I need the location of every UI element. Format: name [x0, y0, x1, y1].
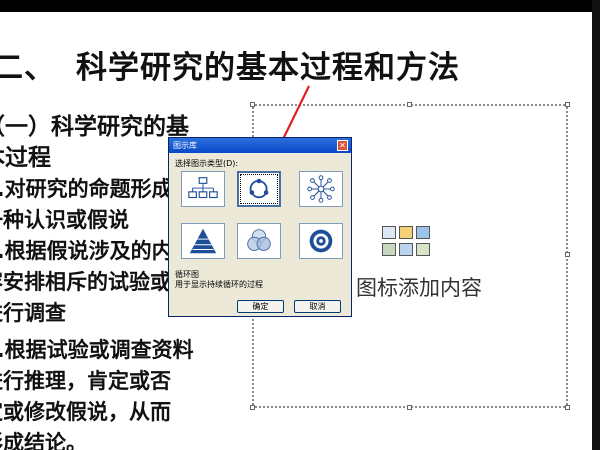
body-line: 形成结论。	[0, 431, 87, 450]
cancel-button[interactable]: 取消	[294, 300, 341, 313]
venn-diagram-option[interactable]	[237, 223, 281, 259]
dialog-title: 图示库	[173, 141, 197, 150]
diagram-type-prompt: 选择图示类型(D):	[175, 159, 239, 168]
insert-content-icons	[382, 226, 434, 262]
insert-table-icon[interactable]	[382, 226, 396, 239]
insert-media-icon[interactable]	[416, 243, 430, 256]
organization-chart-option[interactable]	[181, 171, 225, 207]
dialog-titlebar[interactable]: 图示库 ✕	[169, 138, 351, 153]
pyramid-diagram-option[interactable]	[181, 223, 225, 259]
diagram-gallery-dialog: 图示库 ✕ 选择图示类型(D): 循环图 用于显示持续循环的过程 确定 取消	[168, 137, 352, 317]
body-line: 3.根据试验或调查资料	[0, 338, 194, 362]
body-line: 进行推理，肯定或否	[0, 369, 171, 393]
resize-handle[interactable]	[565, 102, 570, 107]
resize-handle[interactable]	[565, 405, 570, 410]
close-icon[interactable]: ✕	[337, 140, 348, 151]
venn-diagram-icon	[247, 229, 271, 251]
top-edge-bar	[0, 0, 600, 12]
resize-handle[interactable]	[407, 405, 412, 410]
diagram-type-grid	[181, 171, 343, 267]
title-text: 科学研究的基本过程和方法	[76, 50, 460, 86]
title-number: 二、	[0, 50, 56, 86]
target-diagram-option[interactable]	[299, 223, 343, 259]
slide-title: 二、 科学研究的基本过程和方法	[0, 42, 460, 87]
ok-button[interactable]: 确定	[237, 300, 284, 313]
organization-chart-icon	[188, 177, 218, 199]
radial-diagram-icon	[307, 175, 335, 203]
right-edge-bar	[592, 0, 600, 450]
cycle-diagram-icon	[249, 178, 269, 199]
insert-picture-icon[interactable]	[382, 243, 396, 256]
insert-chart-icon[interactable]	[399, 226, 413, 239]
resize-handle[interactable]	[250, 102, 255, 107]
resize-handle[interactable]	[250, 405, 255, 410]
resize-handle[interactable]	[407, 102, 412, 107]
insert-clipart-icon[interactable]	[416, 226, 430, 239]
selected-diagram-description: 用于显示持续循环的过程	[175, 280, 263, 289]
cycle-diagram-option[interactable]	[237, 171, 281, 207]
resize-handle[interactable]	[565, 252, 570, 257]
target-diagram-icon	[309, 229, 333, 253]
radial-diagram-option[interactable]	[299, 171, 343, 207]
pyramid-diagram-icon	[189, 228, 217, 254]
insert-diagram-icon[interactable]	[399, 243, 413, 256]
slide: 二、科学研究的基本过程和方法 （一）科学研究的基 本过程 1.对研究的命题形成 …	[0, 0, 600, 450]
placeholder-text[interactable]: 图标添加内容	[356, 272, 482, 302]
body-line: 定或修改假说，从而	[0, 400, 171, 424]
